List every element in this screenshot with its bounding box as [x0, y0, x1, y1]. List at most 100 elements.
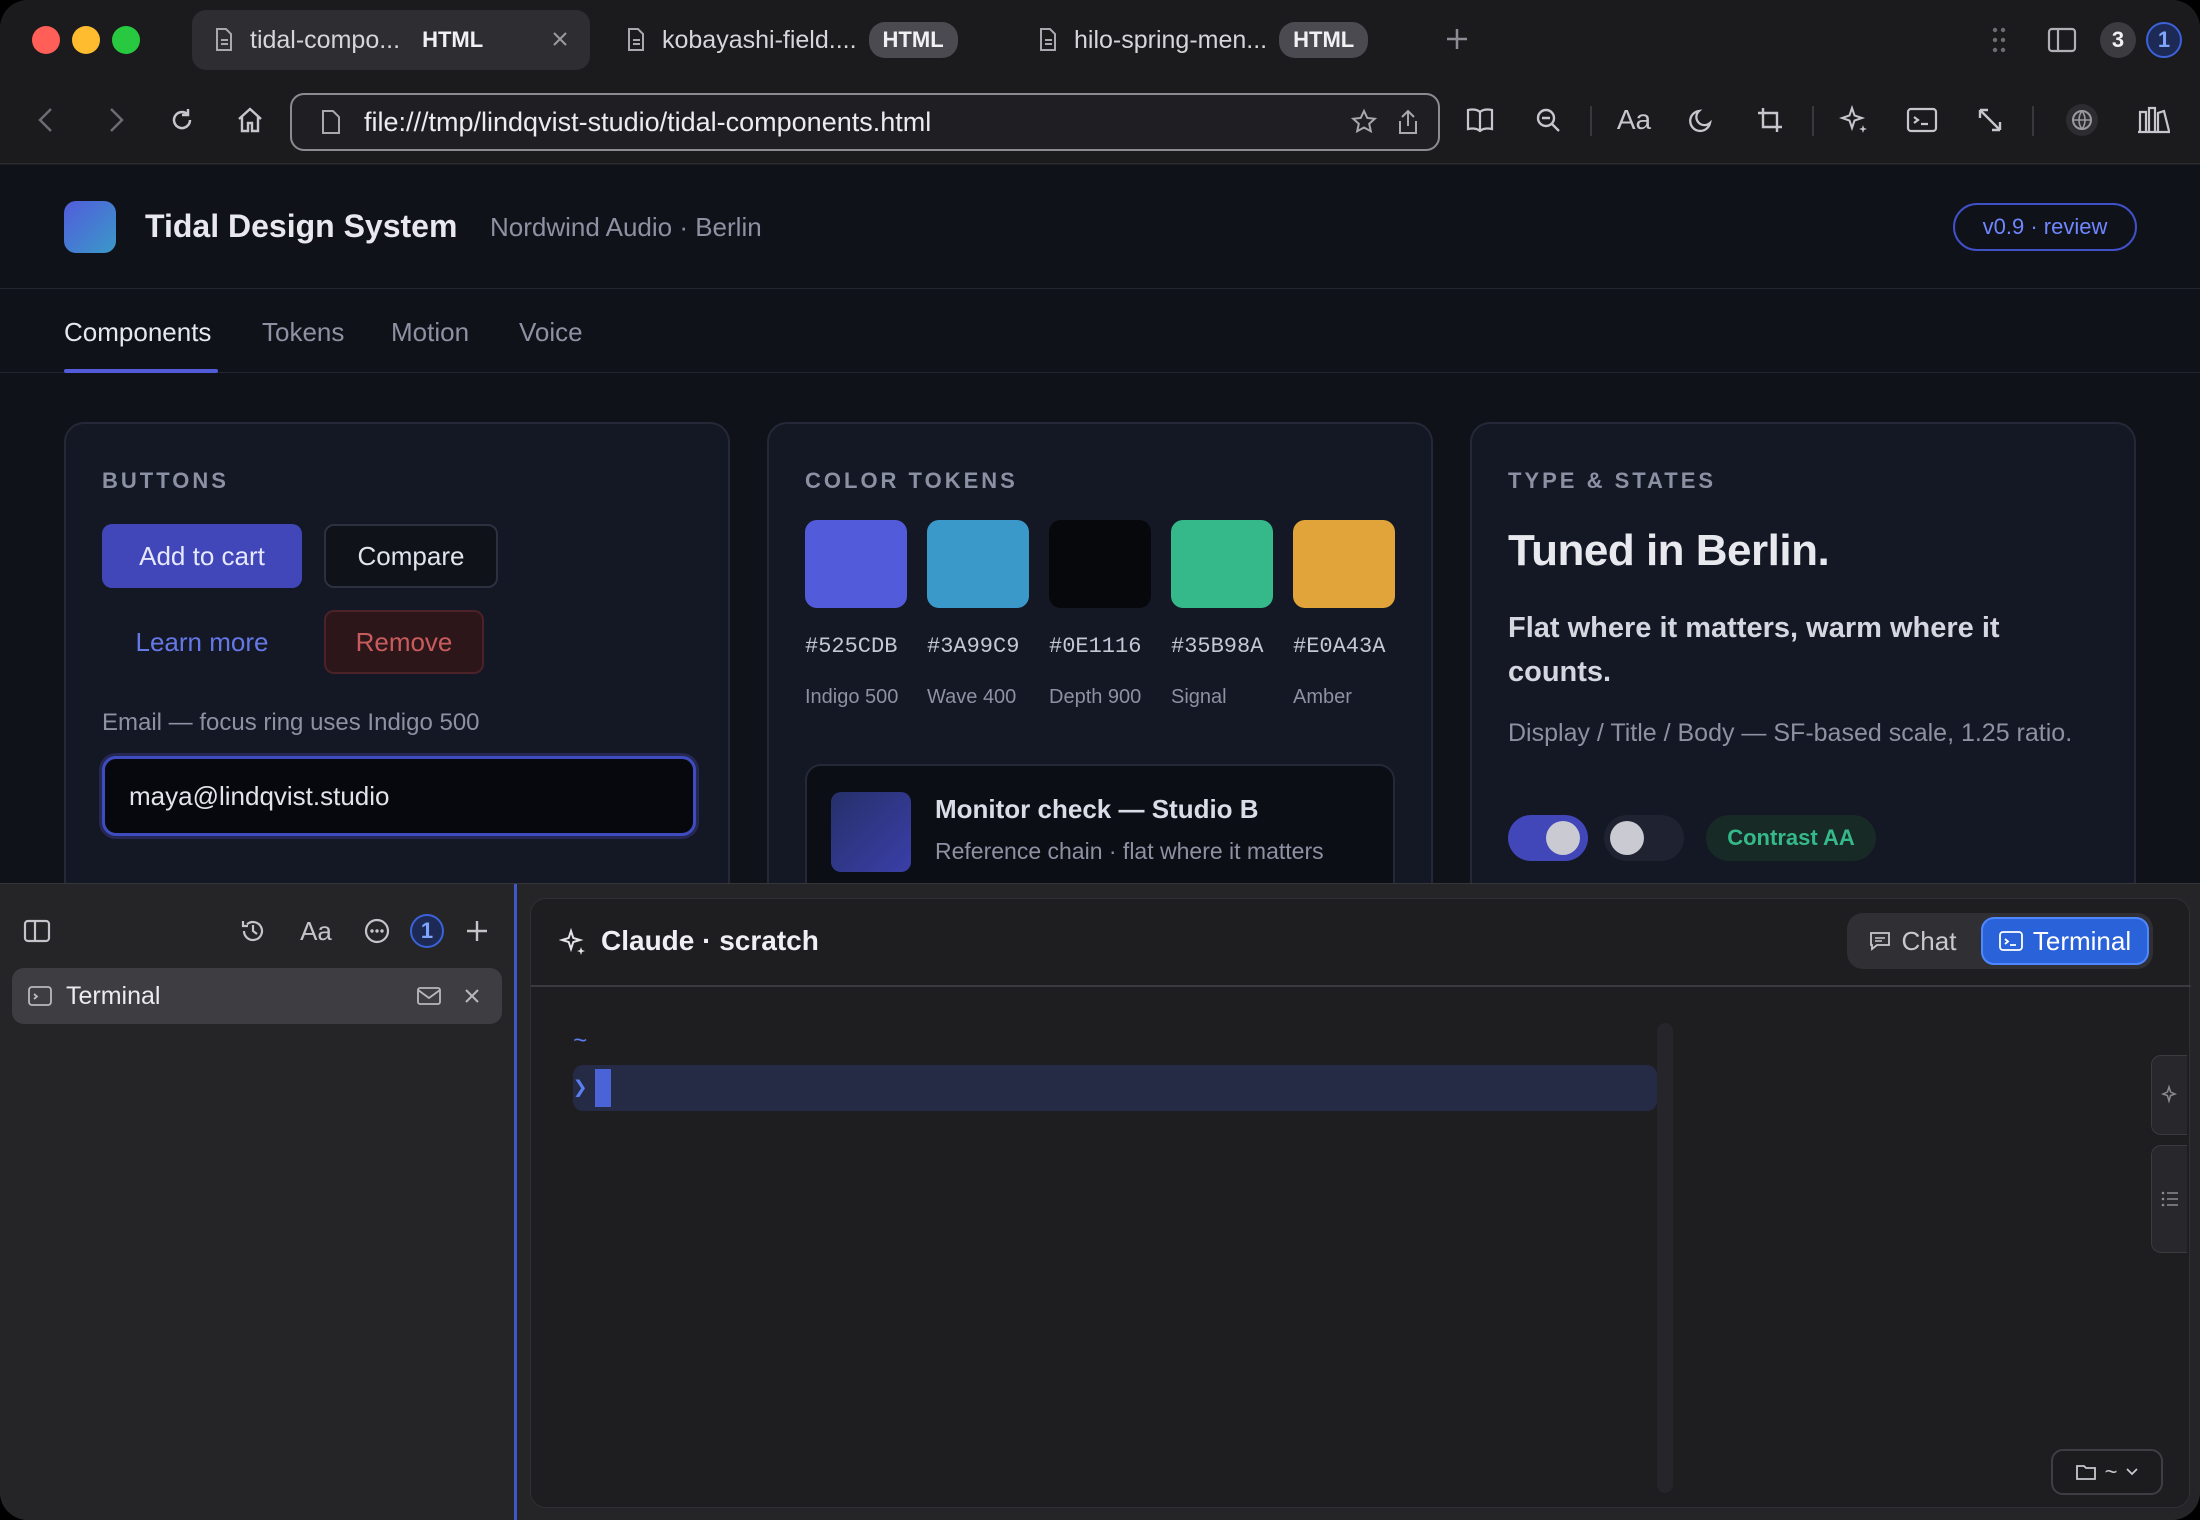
outline-side-tab[interactable] [2151, 1145, 2187, 1253]
dock-sidebar: Aa 1 Terminal [0, 884, 514, 1520]
reload-icon[interactable] [164, 102, 200, 138]
site-nav: Components Tokens Motion Voice [0, 289, 2200, 373]
sidebar-toggle-icon[interactable] [2044, 20, 2080, 60]
sidebar-toggle-icon[interactable] [20, 914, 54, 948]
card-title: COLOR TOKENS [805, 468, 1018, 493]
display-sample: Tuned in Berlin. [1508, 526, 1830, 575]
nav-tab-tokens[interactable]: Tokens [262, 317, 344, 348]
terminal-icon [28, 986, 52, 1006]
sparkle-side-tab[interactable] [2151, 1055, 2187, 1135]
minimize-window-button[interactable] [72, 26, 100, 54]
list-icon [2161, 1191, 2178, 1207]
browser-window: tidal-compo... HTML kobayashi-field.... … [0, 0, 2200, 1520]
terminal-mode-button[interactable]: Terminal [1981, 917, 2149, 965]
history-icon[interactable] [236, 914, 270, 948]
drag-handle-icon[interactable] [1984, 20, 2014, 60]
card-title: BUTTONS [102, 468, 229, 493]
working-directory-button[interactable]: ~ [2051, 1449, 2163, 1495]
toggle-on[interactable] [1508, 815, 1588, 861]
toggle-off[interactable] [1604, 815, 1684, 861]
home-icon[interactable] [232, 102, 268, 138]
close-tab-icon[interactable] [548, 27, 572, 51]
sparkle-icon[interactable] [1836, 102, 1872, 138]
site-subtitle: Nordwind Audio · Berlin [490, 212, 762, 242]
chat-mode-button[interactable]: Chat [1847, 913, 1977, 969]
site-title: Tidal Design System [145, 208, 458, 244]
toolbar-divider [1812, 106, 1814, 136]
terminal-session-item[interactable]: Terminal [12, 968, 502, 1024]
monitor-title: Monitor check — Studio B [935, 794, 1259, 824]
mail-icon[interactable] [416, 985, 442, 1007]
terminal-input-line[interactable]: ❯ [573, 1065, 1657, 1111]
swatch-label: Signal [1171, 686, 1227, 708]
document-icon [216, 28, 232, 51]
close-window-button[interactable] [32, 26, 60, 54]
zoom-window-button[interactable] [112, 26, 140, 54]
brand-logo [64, 201, 116, 253]
browser-tab-tidal[interactable]: tidal-compo... HTML [192, 10, 590, 70]
monitor-subtitle: Reference chain · flat where it matters [935, 838, 1324, 864]
address-bar[interactable]: file:///tmp/lindqvist-studio/tidal-compo… [290, 93, 1440, 151]
card-title: TYPE & STATES [1508, 468, 1717, 493]
swatch-hex: #35B98A [1171, 634, 1264, 659]
type-states-card: TYPE & STATES Tuned in Berlin. Flat wher… [1470, 422, 2136, 883]
add-to-cart-button[interactable]: Add to cart [102, 524, 302, 588]
terminal-scrollbar[interactable] [1657, 1023, 1673, 1493]
toggle-knob [1546, 821, 1580, 855]
bookmark-star-icon[interactable] [1350, 108, 1378, 136]
more-options-icon[interactable] [360, 914, 394, 948]
terminal-icon[interactable] [1904, 102, 1940, 138]
tab-badge: HTML [422, 27, 484, 52]
close-icon[interactable] [462, 986, 482, 1006]
tab-title: tidal-compo... [250, 25, 401, 54]
font-size-button[interactable]: Aa [1614, 102, 1654, 138]
globe-icon[interactable] [2064, 102, 2100, 138]
tab-title: hilo-spring-men... [1074, 25, 1268, 54]
version-badge: v0.9 · review [1953, 203, 2137, 251]
swatch-label: Wave 400 [927, 686, 1017, 708]
chevron-down-icon [2126, 1468, 2139, 1476]
nav-tab-components[interactable]: Components [64, 317, 211, 348]
folder-icon [2075, 1465, 2096, 1480]
remove-button[interactable]: Remove [324, 610, 484, 674]
crop-icon[interactable] [1752, 102, 1788, 138]
dark-mode-icon[interactable] [1684, 102, 1720, 138]
learn-more-link[interactable]: Learn more [102, 610, 302, 674]
back-icon[interactable] [28, 102, 64, 138]
nav-tab-voice[interactable]: Voice [519, 317, 583, 348]
nav-tab-motion[interactable]: Motion [391, 317, 469, 348]
new-tab-icon[interactable] [1440, 22, 1474, 56]
email-field[interactable]: maya@lindqvist.studio [102, 756, 696, 836]
tab-count-badge[interactable]: 3 [2100, 20, 2136, 60]
expand-icon[interactable] [1972, 102, 2008, 138]
session-count-badge[interactable]: 1 [410, 914, 444, 948]
title-sample: Flat where it matters, warm where it cou… [1508, 612, 2000, 688]
folder-label: ~ [2104, 1459, 2118, 1484]
browser-tab-hilo[interactable]: hilo-spring-men... HTML [1016, 10, 1416, 70]
swatch-hex: #3A99C9 [927, 634, 1020, 659]
web-page: Tidal Design System Nordwind Audio · Ber… [0, 165, 2200, 883]
dock-divider[interactable] [514, 884, 517, 1520]
sparkle-icon [559, 927, 585, 955]
browser-tab-kobayashi[interactable]: kobayashi-field.... HTML [604, 10, 984, 70]
document-icon [628, 28, 644, 51]
monitor-check-card[interactable]: Monitor check — Studio B Reference chain… [805, 764, 1395, 883]
terminal-item-label: Terminal [66, 981, 161, 1010]
add-session-icon[interactable] [460, 914, 494, 948]
share-icon[interactable] [1396, 108, 1420, 136]
zoom-out-icon[interactable] [1530, 102, 1566, 138]
document-icon [1040, 28, 1056, 51]
toggle-knob [1610, 821, 1644, 855]
swatch-signal [1171, 520, 1273, 608]
toolbar-divider [1590, 106, 1592, 136]
library-icon[interactable] [2136, 102, 2172, 138]
swatch-amber [1293, 520, 1395, 608]
forward-icon[interactable] [98, 102, 134, 138]
profile-count-badge[interactable]: 1 [2146, 20, 2182, 60]
compare-button[interactable]: Compare [324, 524, 498, 588]
reader-icon[interactable] [1462, 102, 1498, 138]
terminal-icon [1998, 931, 2023, 951]
font-size-button[interactable]: Aa [296, 914, 336, 948]
color-tokens-card: COLOR TOKENS #525CDB Indigo 500 #3A99C9 … [767, 422, 1433, 883]
tab-title: kobayashi-field.... [662, 25, 857, 54]
